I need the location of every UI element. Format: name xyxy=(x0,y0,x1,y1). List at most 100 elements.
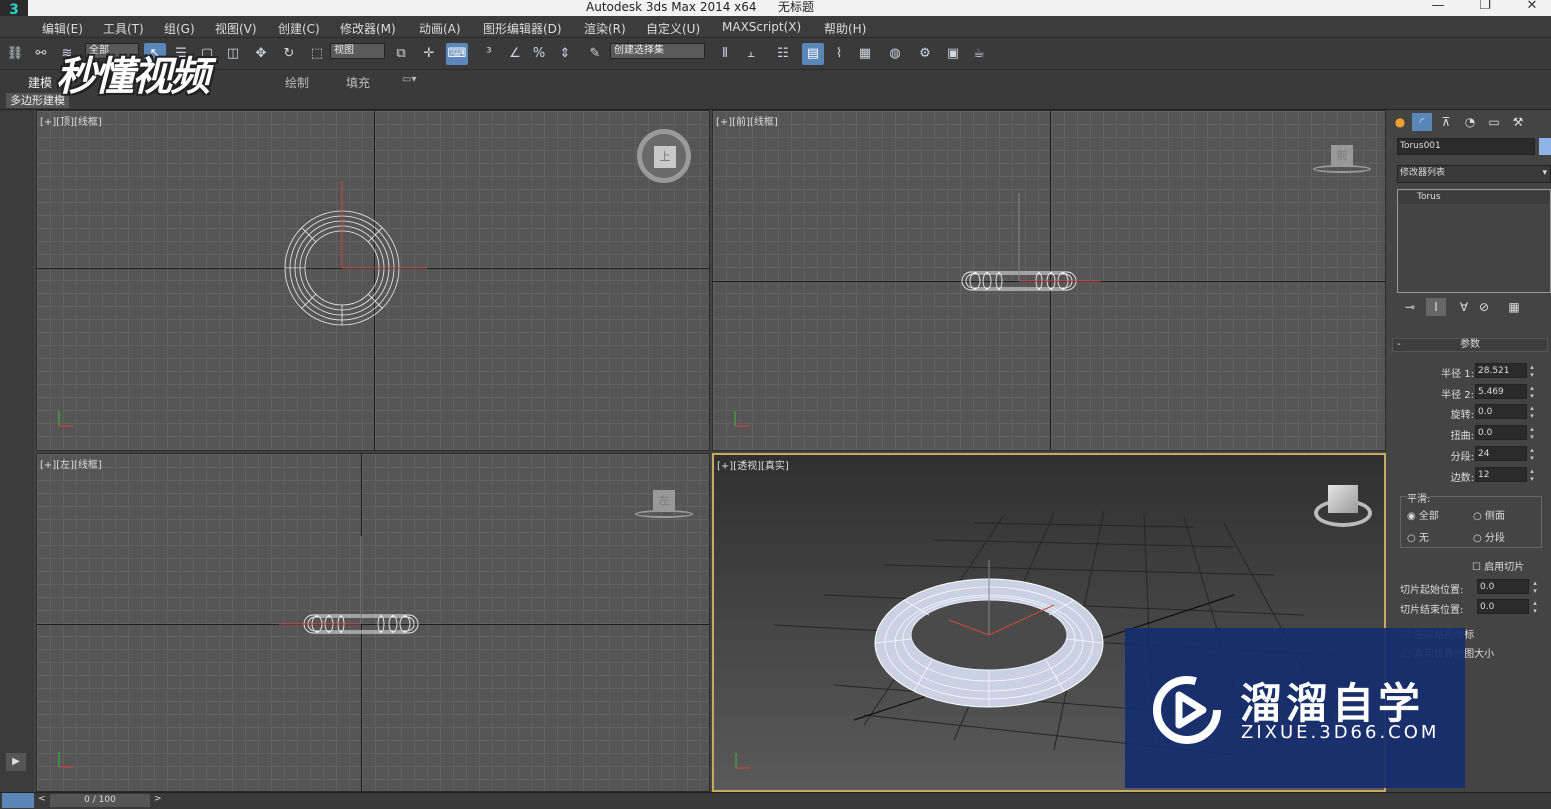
segments-spinner[interactable]: ▴ ▾ xyxy=(1528,446,1536,462)
slice-to-spinner[interactable]: ▴ ▾ xyxy=(1531,599,1539,615)
smooth-segments-radio[interactable]: ○ 分段 xyxy=(1473,529,1505,544)
viewport-left[interactable]: [+][左][线框] 左 xyxy=(36,453,710,792)
angle-snap-icon[interactable]: ∠ xyxy=(504,43,526,65)
modify-tab-icon[interactable]: ◜ xyxy=(1412,113,1432,131)
snaps-toggle-icon[interactable]: ³ xyxy=(478,43,500,65)
viewcube-ring[interactable]: 上 xyxy=(637,129,691,183)
schematic-view-icon[interactable]: ▦ xyxy=(854,43,876,65)
timeline-next-icon[interactable]: > xyxy=(154,794,162,804)
show-end-result-icon[interactable]: I xyxy=(1426,298,1446,316)
viewport-top[interactable]: [+][顶][线框] 上 xyxy=(36,110,710,451)
select-scale-icon[interactable]: ⬚ xyxy=(306,43,328,65)
torus-wireframe-front[interactable] xyxy=(713,111,1386,451)
radius2-spinner[interactable]: ▴ ▾ xyxy=(1528,384,1536,400)
ribbon-options-icon[interactable]: ▭▾ xyxy=(402,74,416,85)
sides-field[interactable]: 12 xyxy=(1475,467,1527,482)
motion-tab-icon[interactable]: ◔ xyxy=(1460,113,1480,131)
curve-editor-icon[interactable]: ⌇ xyxy=(828,43,850,65)
viewport-label[interactable]: [+][前][线框] xyxy=(716,113,778,128)
ribbon-tab-paint[interactable]: 绘制 xyxy=(285,74,309,91)
viewcube-left[interactable]: 左 xyxy=(653,490,675,512)
menu-graph-editors[interactable]: 图形编辑器(D) xyxy=(483,20,562,37)
menu-rendering[interactable]: 渲染(R) xyxy=(584,20,626,37)
close-button[interactable]: ✕ xyxy=(1517,0,1547,14)
slice-to-field[interactable]: 0.0 xyxy=(1477,599,1529,614)
sides-spinner[interactable]: ▴ ▾ xyxy=(1528,467,1536,483)
maximize-button[interactable]: ❐ xyxy=(1470,0,1500,14)
select-manipulate-icon[interactable]: ✛ xyxy=(418,43,440,65)
slice-on-checkbox[interactable]: ☐ 启用切片 xyxy=(1472,558,1524,573)
window-crossing-icon[interactable]: ◫ xyxy=(222,43,244,65)
unlink-icon[interactable]: ⚯ xyxy=(30,43,52,65)
radius1-spinner[interactable]: ▴ ▾ xyxy=(1528,363,1536,379)
modifier-stack[interactable]: Torus xyxy=(1397,189,1551,293)
select-rotate-icon[interactable]: ↻ xyxy=(278,43,300,65)
viewcube-top[interactable]: 上 xyxy=(654,146,676,168)
graphite-tools-icon[interactable]: ▤ xyxy=(802,43,824,65)
viewport-label[interactable]: [+][顶][线框] xyxy=(40,113,102,128)
pivot-center-icon[interactable]: ⧉ xyxy=(390,43,412,65)
timeline-prev-icon[interactable]: < xyxy=(38,794,46,804)
named-selection-dropdown[interactable]: 创建选择集 xyxy=(610,43,705,59)
make-unique-icon[interactable]: ∀ xyxy=(1454,298,1474,316)
utilities-tab-icon[interactable]: ⚒ xyxy=(1508,113,1528,131)
menu-customize[interactable]: 自定义(U) xyxy=(646,20,700,37)
pin-stack-icon[interactable]: ⊸ xyxy=(1400,298,1420,316)
render-production-icon[interactable]: ☕ xyxy=(968,43,990,65)
align-icon[interactable]: ⫠ xyxy=(740,43,762,65)
menu-maxscript[interactable]: MAXScript(X) xyxy=(722,20,801,34)
display-tab-icon[interactable]: ▭ xyxy=(1484,113,1504,131)
twist-spinner[interactable]: ▴ ▾ xyxy=(1528,425,1536,441)
hierarchy-tab-icon[interactable]: ⊼ xyxy=(1436,113,1456,131)
rendered-frame-icon[interactable]: ▣ xyxy=(942,43,964,65)
rotation-field[interactable]: 0.0 xyxy=(1475,404,1527,419)
smooth-none-radio[interactable]: ○ 无 xyxy=(1407,529,1429,544)
torus-wireframe-left[interactable] xyxy=(37,454,710,792)
edit-named-selection-icon[interactable]: ✎ xyxy=(584,43,606,65)
stack-item-torus[interactable]: Torus xyxy=(1399,191,1549,204)
viewport-front[interactable]: [+][前][线框] 前 xyxy=(712,110,1386,451)
object-name-field[interactable]: Torus001 xyxy=(1397,138,1535,155)
slice-from-spinner[interactable]: ▴ ▾ xyxy=(1531,579,1539,595)
menu-create[interactable]: 创建(C) xyxy=(278,20,320,37)
ribbon-tab-populate[interactable]: 填充 xyxy=(346,74,370,91)
ribbon-tab-modeling[interactable]: 建模 xyxy=(28,74,52,91)
percent-snap-icon[interactable]: % xyxy=(528,43,550,65)
remove-modifier-icon[interactable]: ⊘ xyxy=(1474,298,1494,316)
menu-edit[interactable]: 编辑(E) xyxy=(42,20,83,37)
rotation-spinner[interactable]: ▴ ▾ xyxy=(1528,404,1536,420)
mirror-icon[interactable]: ⫴ xyxy=(714,43,736,65)
select-move-icon[interactable]: ✥ xyxy=(250,43,272,65)
menu-animation[interactable]: 动画(A) xyxy=(419,20,461,37)
smooth-sides-radio[interactable]: ○ 侧面 xyxy=(1473,507,1505,522)
radius2-field[interactable]: 5.469 xyxy=(1475,384,1527,399)
slice-from-field[interactable]: 0.0 xyxy=(1477,579,1529,594)
create-tab-icon[interactable]: ● xyxy=(1390,113,1410,131)
viewport-label[interactable]: [+][透视][真实] xyxy=(717,457,789,472)
menu-views[interactable]: 视图(V) xyxy=(215,20,257,37)
modifier-list-dropdown[interactable]: 修改器列表 ▾ xyxy=(1397,165,1551,183)
object-color-swatch[interactable] xyxy=(1539,138,1551,155)
twist-field[interactable]: 0.0 xyxy=(1475,425,1527,440)
torus-wireframe-top[interactable] xyxy=(37,111,710,451)
link-icon[interactable]: ⛓ xyxy=(4,43,26,65)
viewport-label[interactable]: [+][左][线框] xyxy=(40,456,102,471)
segments-field[interactable]: 24 xyxy=(1475,446,1527,461)
keyboard-shortcut-icon[interactable]: ⌨ xyxy=(446,43,468,65)
time-slider[interactable]: 0 / 100 xyxy=(50,794,150,807)
play-icon[interactable]: ▶ xyxy=(6,753,26,771)
spinner-snap-icon[interactable]: ⇕ xyxy=(554,43,576,65)
radius1-field[interactable]: 28.521 xyxy=(1475,363,1527,378)
menu-group[interactable]: 组(G) xyxy=(164,20,195,37)
smooth-all-radio[interactable]: ◉ 全部 xyxy=(1407,507,1439,522)
configure-sets-icon[interactable]: ▦ xyxy=(1504,298,1524,316)
viewcube-perspective[interactable] xyxy=(1328,485,1358,513)
viewport-layout-icon[interactable] xyxy=(2,793,34,808)
menu-help[interactable]: 帮助(H) xyxy=(824,20,866,37)
layer-manager-icon[interactable]: ☷ xyxy=(772,43,794,65)
reference-coord-dropdown[interactable]: 视图 xyxy=(330,43,385,59)
material-editor-icon[interactable]: ◍ xyxy=(884,43,906,65)
menu-modifiers[interactable]: 修改器(M) xyxy=(340,20,396,37)
viewcube-front[interactable]: 前 xyxy=(1331,145,1353,167)
menu-tools[interactable]: 工具(T) xyxy=(103,20,144,37)
